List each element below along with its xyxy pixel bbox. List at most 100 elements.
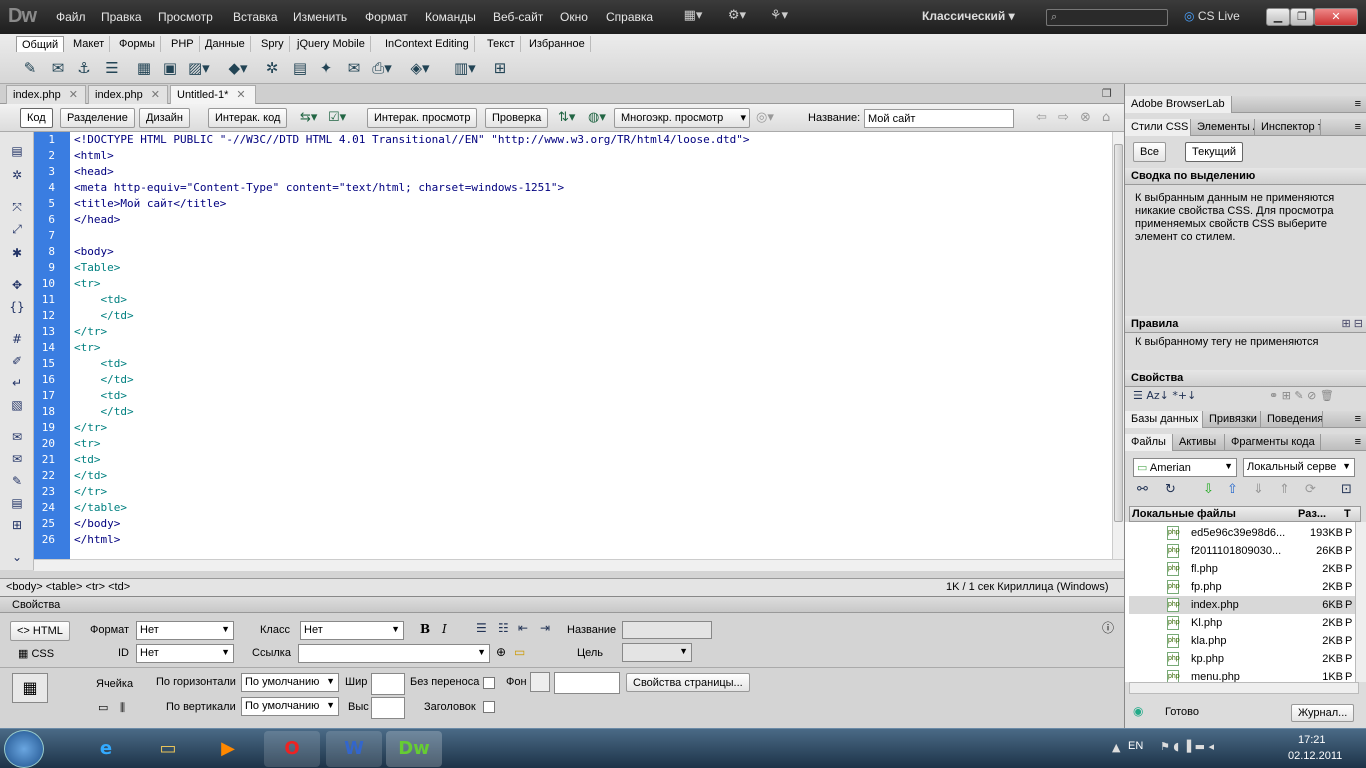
code-line[interactable]: </head>: [70, 212, 1112, 228]
tag-chooser-icon[interactable]: ⊞: [490, 58, 510, 78]
tray-arrow-icon[interactable]: ▲: [1112, 741, 1120, 754]
tab-ap-elements[interactable]: Элементы AP: [1191, 119, 1255, 136]
close-button[interactable]: ✕: [1314, 8, 1358, 26]
width-input[interactable]: [371, 673, 405, 695]
templates-icon[interactable]: ▥▾: [454, 58, 476, 78]
tab-databases[interactable]: Базы данных: [1125, 411, 1203, 428]
unordered-list-icon[interactable]: ☰: [476, 621, 487, 635]
log-button[interactable]: Журнал...: [1291, 704, 1355, 722]
tab-snippets[interactable]: Фрагменты кода: [1225, 434, 1321, 451]
file-row[interactable]: php index.php 6KB P: [1129, 596, 1355, 614]
code-line[interactable]: <meta http-equiv="Content-Type" content=…: [70, 180, 1112, 196]
code-line[interactable]: [70, 228, 1112, 244]
refresh-icon[interactable]: ↻: [1165, 482, 1176, 497]
braces-icon[interactable]: {}: [8, 298, 26, 316]
globe-icon[interactable]: ◍▾: [588, 110, 606, 125]
menu-modify[interactable]: Изменить: [293, 10, 347, 24]
nowrap-checkbox[interactable]: [483, 677, 495, 689]
ordered-list-icon[interactable]: ☷: [498, 621, 509, 635]
insert-tab-forms[interactable]: Формы: [114, 36, 162, 52]
workspace-switcher[interactable]: Классический ▾: [922, 9, 1032, 23]
recent-snippets-icon[interactable]: ▤: [8, 494, 26, 512]
bold-button[interactable]: B: [420, 622, 430, 636]
select-parent-icon[interactable]: ✱: [8, 244, 26, 262]
apply-comment-icon[interactable]: ✉: [8, 428, 26, 446]
menu-view[interactable]: Просмотр: [158, 10, 213, 24]
code-line[interactable]: </body>: [70, 516, 1112, 532]
category-view-icon[interactable]: ☰ Az↓ *+↓: [1133, 389, 1196, 402]
hyperlink-icon[interactable]: ✎: [20, 58, 40, 78]
more-icon[interactable]: ⌄: [8, 548, 26, 566]
file-row[interactable]: php Kl.php 2KB P: [1129, 614, 1355, 632]
file-row[interactable]: php fl.php 2KB P: [1129, 560, 1355, 578]
scrollbar-thumb[interactable]: [1114, 144, 1123, 522]
doc-tab-untitled[interactable]: Untitled-1* ✕: [170, 85, 256, 104]
panel-menu-icon[interactable]: ≡: [1355, 411, 1361, 428]
horizontal-rule-icon[interactable]: ☰: [102, 58, 122, 78]
code-line[interactable]: <td>: [70, 452, 1112, 468]
format-select[interactable]: Нет ▼: [136, 621, 234, 640]
live-code-button[interactable]: Интерак. код: [208, 108, 288, 128]
files-hscrollbar[interactable]: [1129, 682, 1359, 694]
file-row[interactable]: php kla.php 2KB P: [1129, 632, 1355, 650]
line-numbers-icon[interactable]: #: [8, 330, 26, 348]
code-editor[interactable]: <!DOCTYPE HTML PUBLIC "-//W3C//DTD HTML …: [70, 132, 1112, 559]
div-icon[interactable]: ▣: [160, 58, 180, 78]
insert-tab-spry[interactable]: Spry: [256, 36, 290, 52]
insert-tab-jquery-mobile[interactable]: jQuery Mobile: [292, 36, 371, 52]
tab-assets[interactable]: Активы: [1173, 434, 1225, 451]
expand-icon[interactable]: ⊡: [1341, 482, 1352, 497]
code-line[interactable]: <td>: [70, 388, 1112, 404]
id-select[interactable]: Нет ▼: [136, 644, 234, 663]
col-type[interactable]: Т: [1344, 508, 1351, 520]
menu-site[interactable]: Веб-сайт: [493, 10, 543, 24]
title-input[interactable]: [864, 109, 1014, 128]
insert-tab-text[interactable]: Текст: [482, 36, 521, 52]
home-icon[interactable]: ⌂: [1102, 110, 1110, 125]
code-line[interactable]: <tr>: [70, 340, 1112, 356]
code-line[interactable]: <body>: [70, 244, 1112, 260]
vertical-scrollbar[interactable]: [1112, 132, 1124, 559]
tab-behaviors[interactable]: Поведения: [1261, 411, 1323, 428]
stop-icon[interactable]: ⊗: [1080, 110, 1091, 125]
outdent-icon[interactable]: ⇤: [518, 621, 528, 635]
horizontal-scrollbar[interactable]: [34, 559, 1124, 571]
design-view-button[interactable]: Дизайн: [139, 108, 190, 128]
css-mode-button[interactable]: ▦ CSS: [18, 647, 54, 660]
browserlab-header[interactable]: Adobe BrowserLab ≡: [1125, 96, 1366, 113]
help-icon[interactable]: ⓘ: [1102, 619, 1114, 636]
multiscreen-button[interactable]: Многоэкр. просмотр ▾: [614, 108, 750, 128]
tab-tag-inspector[interactable]: Инспектор тегов: [1255, 119, 1321, 136]
cs-live-button[interactable]: ◎ CS Live: [1184, 9, 1240, 23]
panel-menu-icon[interactable]: ≡: [1355, 119, 1361, 136]
col-size[interactable]: Раз...: [1298, 508, 1326, 520]
horizontal-select[interactable]: По умолчанию ▼: [241, 673, 339, 692]
code-line[interactable]: <td>: [70, 292, 1112, 308]
code-view-button[interactable]: Код: [20, 108, 53, 128]
code-line[interactable]: <Table>: [70, 260, 1112, 276]
summary-header[interactable]: Сводка по выделению: [1125, 168, 1366, 185]
bg-color-picker[interactable]: [530, 672, 550, 692]
wrap-tag-icon[interactable]: ✎: [8, 472, 26, 490]
forward-icon[interactable]: ⇨: [1058, 110, 1069, 125]
view-select[interactable]: Локальный серве ▼: [1243, 458, 1355, 477]
code-line[interactable]: </td>: [70, 372, 1112, 388]
word-wrap-icon[interactable]: ↵: [8, 374, 26, 392]
minimize-button[interactable]: ▁: [1266, 8, 1290, 26]
file-row[interactable]: php fp.php 2KB P: [1129, 578, 1355, 596]
split-cell-icon[interactable]: ⫼: [120, 701, 125, 715]
code-line[interactable]: <html>: [70, 148, 1112, 164]
word-icon[interactable]: W: [326, 731, 382, 767]
get-files-icon[interactable]: ⇩: [1203, 482, 1214, 497]
properties-header-css[interactable]: Свойства: [1125, 370, 1366, 387]
clock-time[interactable]: 17:21: [1298, 734, 1326, 746]
code-line[interactable]: </tr>: [70, 484, 1112, 500]
explorer-icon[interactable]: ▭: [140, 731, 196, 767]
vertical-select[interactable]: По умолчанию ▼: [241, 697, 339, 716]
code-line[interactable]: </td>: [70, 468, 1112, 484]
syntax-coloring-icon[interactable]: ▧: [8, 396, 26, 414]
check-in-icon[interactable]: ⇑: [1279, 482, 1290, 497]
current-button[interactable]: Текущий: [1185, 142, 1243, 162]
insert-tab-incontext[interactable]: InContext Editing: [380, 36, 475, 52]
target-select[interactable]: ▼: [622, 643, 692, 662]
